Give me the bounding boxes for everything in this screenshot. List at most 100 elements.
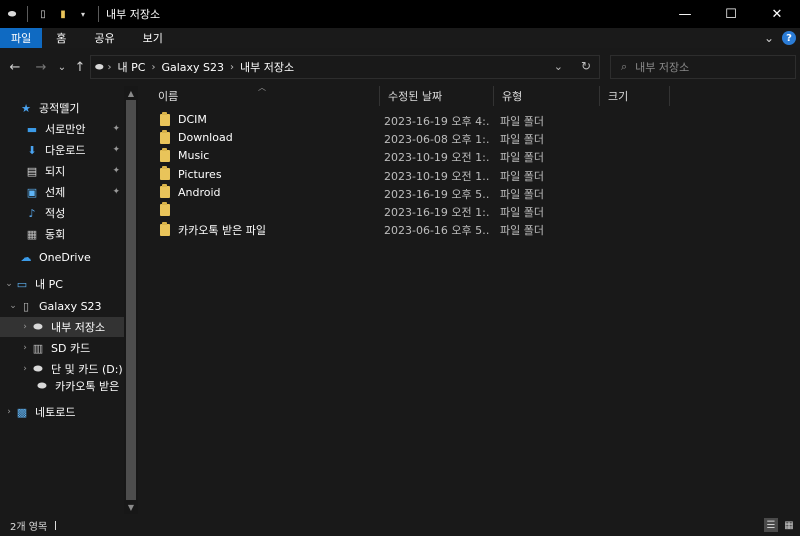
file-type: 파일 폴더 bbox=[500, 115, 544, 128]
sidebar-item[interactable]: ★ 공적뗄기 bbox=[0, 98, 124, 118]
file-type: 파일 폴더 bbox=[500, 133, 544, 147]
quick-access-toolbar: ⬬ ▯ ▮ ▾ bbox=[0, 0, 102, 28]
sidebar-item-label: 다운로드 bbox=[45, 144, 86, 157]
expand-ribbon-chevron-icon[interactable]: ⌄ bbox=[764, 31, 774, 45]
refresh-icon[interactable]: ↻ bbox=[581, 59, 591, 73]
navigation-pane-scrollbar[interactable]: ▲ ▼ bbox=[124, 86, 138, 514]
search-box[interactable]: ⌕ bbox=[610, 55, 796, 79]
column-header-name[interactable]: 이름 bbox=[150, 86, 380, 106]
column-header-date[interactable]: 수정된 날짜 bbox=[380, 86, 494, 106]
sidebar-item-label: 적성 bbox=[45, 207, 66, 220]
address-row: ← → ⌄ ↑ ⬬ › 내 PC › Galaxy S23 › 내부 저장소 ⌄… bbox=[0, 48, 800, 86]
tab-share[interactable]: 공유 bbox=[80, 28, 128, 48]
drive-icon: ⬬ bbox=[95, 61, 104, 73]
music-icon: ♪ bbox=[28, 206, 36, 220]
title-bar: ⬬ ▯ ▮ ▾ 내부 저장소 — ☐ ✕ bbox=[0, 0, 800, 28]
sidebar-item[interactable]: ▦ 동회 bbox=[0, 224, 124, 244]
properties-icon[interactable]: ▯ bbox=[35, 6, 51, 22]
address-bar[interactable]: ⬬ › 내 PC › Galaxy S23 › 내부 저장소 ⌄ ↻ bbox=[90, 55, 600, 79]
file-row[interactable]: DCIM 2023-16-19 오후 4:… 파일 폴더 bbox=[140, 111, 800, 129]
forward-button[interactable]: → bbox=[32, 58, 50, 76]
file-name: 카카오톡 받은 파일 bbox=[178, 224, 266, 238]
file-name: Pictures bbox=[178, 167, 222, 181]
divider bbox=[55, 520, 57, 530]
sidebar-item-label: 선제 bbox=[45, 186, 66, 199]
breadcrumb-internal-storage[interactable]: 내부 저장소 bbox=[235, 59, 299, 75]
recent-locations-chevron-icon[interactable]: ⌄ bbox=[56, 58, 68, 76]
customize-toolbar-chevron-icon[interactable]: ▾ bbox=[75, 6, 91, 22]
details-view-icon[interactable]: ☰ bbox=[764, 518, 778, 532]
close-button[interactable]: ✕ bbox=[754, 0, 800, 28]
expanded-chevron-icon[interactable]: ⌄ bbox=[4, 279, 14, 289]
network-icon: ▩ bbox=[16, 405, 28, 419]
scrollbar-thumb[interactable] bbox=[126, 100, 136, 500]
file-name: DCIM bbox=[178, 113, 207, 126]
window-title: 내부 저장소 bbox=[106, 8, 161, 21]
minimize-button[interactable]: — bbox=[662, 0, 708, 28]
computer-icon: ▭ bbox=[16, 277, 28, 291]
file-name-cell bbox=[160, 202, 178, 216]
sidebar-item[interactable]: ⬇ 다운로드 ✦ bbox=[0, 140, 124, 160]
file-row[interactable]: Music 2023-10-19 오전 1:… 파일 폴더 bbox=[140, 147, 800, 165]
drive-icon: ⬬ bbox=[33, 362, 43, 375]
sidebar-item[interactable]: ⌄ ▯ Galaxy S23 bbox=[0, 296, 124, 316]
back-button[interactable]: ← bbox=[6, 58, 24, 76]
sidebar-item-label: 공적뗄기 bbox=[39, 102, 80, 115]
file-row[interactable]: Pictures 2023-10-19 오전 1… 파일 폴더 bbox=[140, 166, 800, 184]
collapsed-chevron-icon[interactable]: › bbox=[20, 364, 30, 374]
column-header-type[interactable]: 유형 bbox=[494, 86, 600, 106]
pin-icon: ✦ bbox=[112, 124, 120, 134]
file-row[interactable]: 2023-16-19 오전 1:… 파일 폴더 bbox=[140, 202, 800, 220]
column-header-size[interactable]: 크기 bbox=[600, 86, 670, 106]
navigation-pane: ★ 공적뗄기 ▬ 서로만안 ✦ ⬇ 다운로드 ✦ ▤ 되지 ✦ ▣ 선제 ✦ ♪ 적성 ▦ 동회 ☁ OneDrive… bbox=[0, 86, 124, 514]
scroll-down-icon[interactable]: ▼ bbox=[124, 500, 138, 514]
sidebar-item[interactable]: › ⬬ 내부 저장소 bbox=[0, 317, 124, 337]
collapsed-chevron-icon[interactable]: › bbox=[4, 407, 14, 417]
sidebar-item[interactable]: ⌄ ▭ 내 PC bbox=[0, 274, 124, 294]
file-date: 2023-10-19 오전 1:… bbox=[384, 151, 490, 165]
phone-icon: ▯ bbox=[22, 299, 30, 313]
breadcrumb-my-pc[interactable]: 내 PC bbox=[113, 59, 151, 75]
up-button[interactable]: ↑ bbox=[72, 58, 88, 76]
folder-icon bbox=[160, 222, 170, 237]
sidebar-item-label: OneDrive bbox=[39, 250, 91, 264]
sidebar-item[interactable]: ▣ 선제 ✦ bbox=[0, 182, 124, 202]
cloud-icon: ☁ bbox=[20, 250, 32, 264]
folder-icon bbox=[160, 111, 170, 126]
scroll-up-icon[interactable]: ▲ bbox=[124, 86, 138, 100]
search-input[interactable] bbox=[635, 60, 776, 74]
sidebar-item[interactable]: ▬ 서로만안 ✦ bbox=[0, 119, 124, 139]
file-row[interactable]: 카카오톡 받은 파일 2023-06-16 오후 5… 파일 폴더 bbox=[140, 220, 800, 238]
ribbon-tabs: 파일 홈 공유 보기 ⌄ ? bbox=[0, 28, 800, 48]
help-icon[interactable]: ? bbox=[782, 31, 796, 45]
sidebar-item[interactable]: ☁ OneDrive bbox=[0, 247, 124, 267]
maximize-button[interactable]: ☐ bbox=[708, 0, 754, 28]
file-row[interactable]: Android 2023-16-19 오후 5… 파일 폴더 bbox=[140, 184, 800, 202]
tab-home[interactable]: 홈 bbox=[42, 28, 80, 48]
file-date: 2023-06-08 오후 1:… bbox=[384, 133, 490, 147]
file-name: Download bbox=[178, 131, 233, 145]
sidebar-item[interactable]: ▤ 되지 ✦ bbox=[0, 161, 124, 181]
file-row[interactable]: Download 2023-06-08 오후 1:… 파일 폴더 bbox=[140, 129, 800, 147]
sidebar-item[interactable]: ⬬ 카카오톡 받은 bbox=[0, 376, 124, 396]
sidebar-item-label: Galaxy S23 bbox=[39, 299, 102, 313]
sidebar-item[interactable]: › ▩ 네토로드 bbox=[0, 402, 124, 422]
tab-file[interactable]: 파일 bbox=[0, 28, 43, 48]
collapsed-chevron-icon[interactable]: › bbox=[20, 343, 30, 353]
sidebar-item[interactable]: › ▥ SD 카드 bbox=[0, 338, 124, 358]
collapsed-chevron-icon[interactable]: › bbox=[20, 322, 30, 332]
file-type: 파일 폴더 bbox=[500, 187, 544, 201]
sidebar-item-label: 되지 bbox=[45, 165, 66, 178]
tab-view[interactable]: 보기 bbox=[129, 28, 177, 48]
new-folder-icon[interactable]: ▮ bbox=[55, 6, 71, 22]
folder-icon bbox=[160, 166, 170, 181]
expanded-chevron-icon[interactable]: ⌄ bbox=[8, 301, 18, 311]
file-name-cell: 카카오톡 받은 파일 bbox=[160, 222, 266, 238]
sidebar-item[interactable]: ♪ 적성 bbox=[0, 203, 124, 223]
breadcrumb-galaxy-s23[interactable]: Galaxy S23 bbox=[156, 61, 229, 74]
address-dropdown-chevron-icon[interactable]: ⌄ bbox=[554, 60, 563, 73]
sidebar-item-label: 내 PC bbox=[35, 278, 63, 291]
file-type: 파일 폴더 bbox=[500, 151, 544, 165]
large-icons-view-icon[interactable]: ▦ bbox=[782, 518, 796, 532]
desktop-icon: ▬ bbox=[26, 122, 38, 136]
